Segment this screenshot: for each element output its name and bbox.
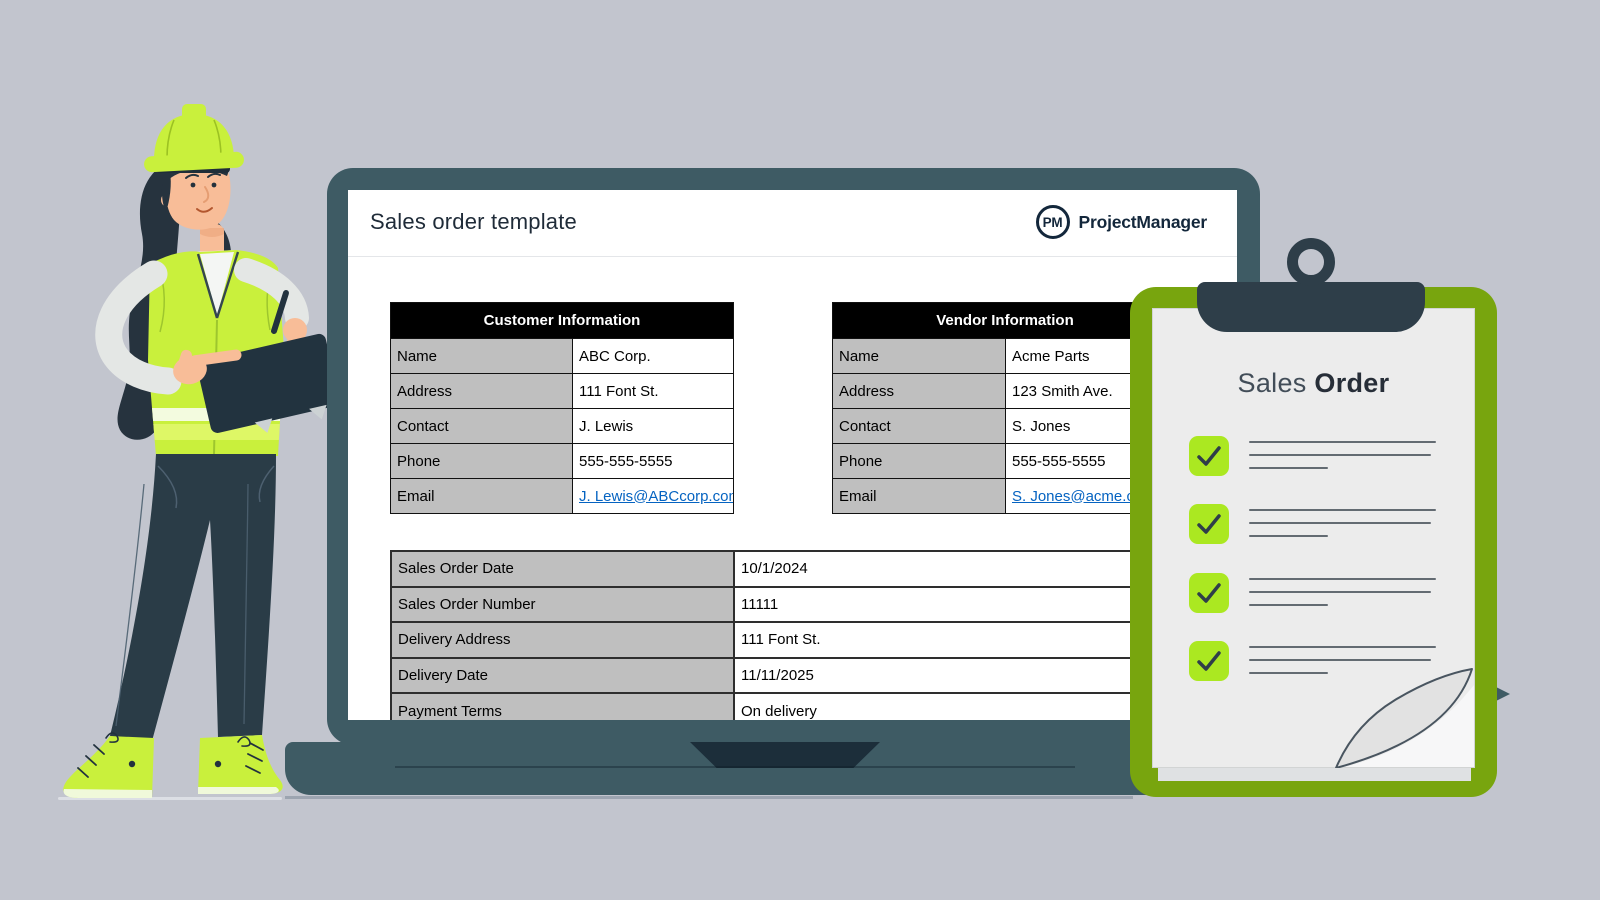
customer-info-table: Customer Information NameABC Corp.Addres… <box>390 302 734 514</box>
row-value: 111 Font St. <box>573 374 734 409</box>
checkbox-checked <box>1189 436 1229 476</box>
row-value: J. Lewis <box>573 409 734 444</box>
laptop-base-edge <box>1496 687 1510 701</box>
order-details-table: Sales Order Date10/1/2024Sales Order Num… <box>390 550 1235 720</box>
check-icon <box>1189 436 1229 476</box>
checkbox-checked <box>1189 641 1229 681</box>
check-icon <box>1189 504 1229 544</box>
pm-logo-icon: PM <box>1036 205 1070 239</box>
table-row: Email J. Lewis@ABCcorp.com <box>391 479 734 514</box>
row-label: Email <box>833 479 1006 514</box>
text-line <box>1249 522 1431 524</box>
pants <box>110 454 276 741</box>
row-label: Email <box>391 479 573 514</box>
table-row: Phone555-555-5555 <box>391 444 734 479</box>
laptop-base-seam <box>395 766 1075 768</box>
row-value: 555-555-5555 <box>573 444 734 479</box>
laptop-screen: Sales order template PM ProjectManager C… <box>348 190 1237 720</box>
text-line <box>1249 659 1431 661</box>
text-line <box>1249 454 1431 456</box>
row-label: Address <box>391 374 573 409</box>
checkbox-checked <box>1189 504 1229 544</box>
text-line <box>1249 509 1436 511</box>
clipboard-undersheet <box>1158 768 1471 781</box>
text-line <box>1249 467 1328 469</box>
left-shoe <box>63 733 154 798</box>
row-label: Contact <box>833 409 1006 444</box>
table-row: ContactJ. Lewis <box>391 409 734 444</box>
row-label: Phone <box>833 444 1006 479</box>
table-row: Delivery Date11/11/2025 <box>391 658 1234 694</box>
table-row: Delivery Address111 Font St. <box>391 622 1234 658</box>
clipboard-clip <box>1197 282 1425 332</box>
laptop-hinge-notch <box>690 742 880 768</box>
email-link[interactable]: J. Lewis@ABCcorp.com <box>579 488 734 505</box>
check-icon <box>1189 573 1229 613</box>
row-label: Name <box>833 339 1006 374</box>
header-divider <box>348 256 1237 257</box>
text-lines <box>1249 573 1436 617</box>
table-row: Sales Order Date10/1/2024 <box>391 551 1234 587</box>
text-line <box>1249 578 1436 580</box>
marketing-banner: Sales order template PM ProjectManager C… <box>0 0 1600 900</box>
checklist-item <box>1189 436 1436 480</box>
row-label: Delivery Date <box>391 658 734 694</box>
checklist-item <box>1189 573 1436 617</box>
table-row: ContactS. Jones <box>833 409 1178 444</box>
table-row: Payment TermsOn delivery <box>391 693 1234 720</box>
check-icon <box>1189 641 1229 681</box>
text-lines <box>1249 436 1436 480</box>
row-value: ABC Corp. <box>573 339 734 374</box>
pm-logo-text: ProjectManager <box>1079 212 1208 233</box>
text-line <box>1249 441 1436 443</box>
table-row: EmailS. Jones@acme.com <box>833 479 1178 514</box>
text-line <box>1249 604 1328 606</box>
checklist-item <box>1189 641 1436 685</box>
row-label: Payment Terms <box>391 693 734 720</box>
text-lines <box>1249 641 1436 685</box>
text-line <box>1249 672 1328 674</box>
sales-order-title: Sales Order <box>1152 368 1475 399</box>
text-line <box>1249 646 1436 648</box>
vendor-info-table: Vendor Information NameAcme PartsAddress… <box>832 302 1178 514</box>
worker-illustration <box>50 100 350 805</box>
row-label: Address <box>833 374 1006 409</box>
ground-line-right <box>285 796 1133 799</box>
row-label: Sales Order Number <box>391 587 734 623</box>
row-label: Sales Order Date <box>391 551 734 587</box>
clipboard-ring <box>1287 238 1335 286</box>
checkbox-checked <box>1189 573 1229 613</box>
table-row: NameAcme Parts <box>833 339 1178 374</box>
checklist-item <box>1189 504 1436 548</box>
table-row: Address111 Font St. <box>391 374 734 409</box>
row-label: Phone <box>391 444 573 479</box>
table-row: Address123 Smith Ave. <box>833 374 1178 409</box>
right-shoe <box>198 735 283 794</box>
text-line <box>1249 535 1328 537</box>
table-title: Customer Information <box>391 303 734 339</box>
table-row: NameABC Corp. <box>391 339 734 374</box>
projectmanager-logo: PM ProjectManager <box>1036 201 1208 243</box>
row-value: J. Lewis@ABCcorp.com <box>573 479 734 514</box>
text-line <box>1249 591 1431 593</box>
table-row: Sales Order Number11111 <box>391 587 1234 623</box>
row-label: Name <box>391 339 573 374</box>
row-label: Delivery Address <box>391 622 734 658</box>
table-row: Phone555-555-5555 <box>833 444 1178 479</box>
text-lines <box>1249 504 1436 548</box>
table-title: Vendor Information <box>833 303 1178 339</box>
page-title: Sales order template <box>370 202 577 242</box>
row-label: Contact <box>391 409 573 444</box>
